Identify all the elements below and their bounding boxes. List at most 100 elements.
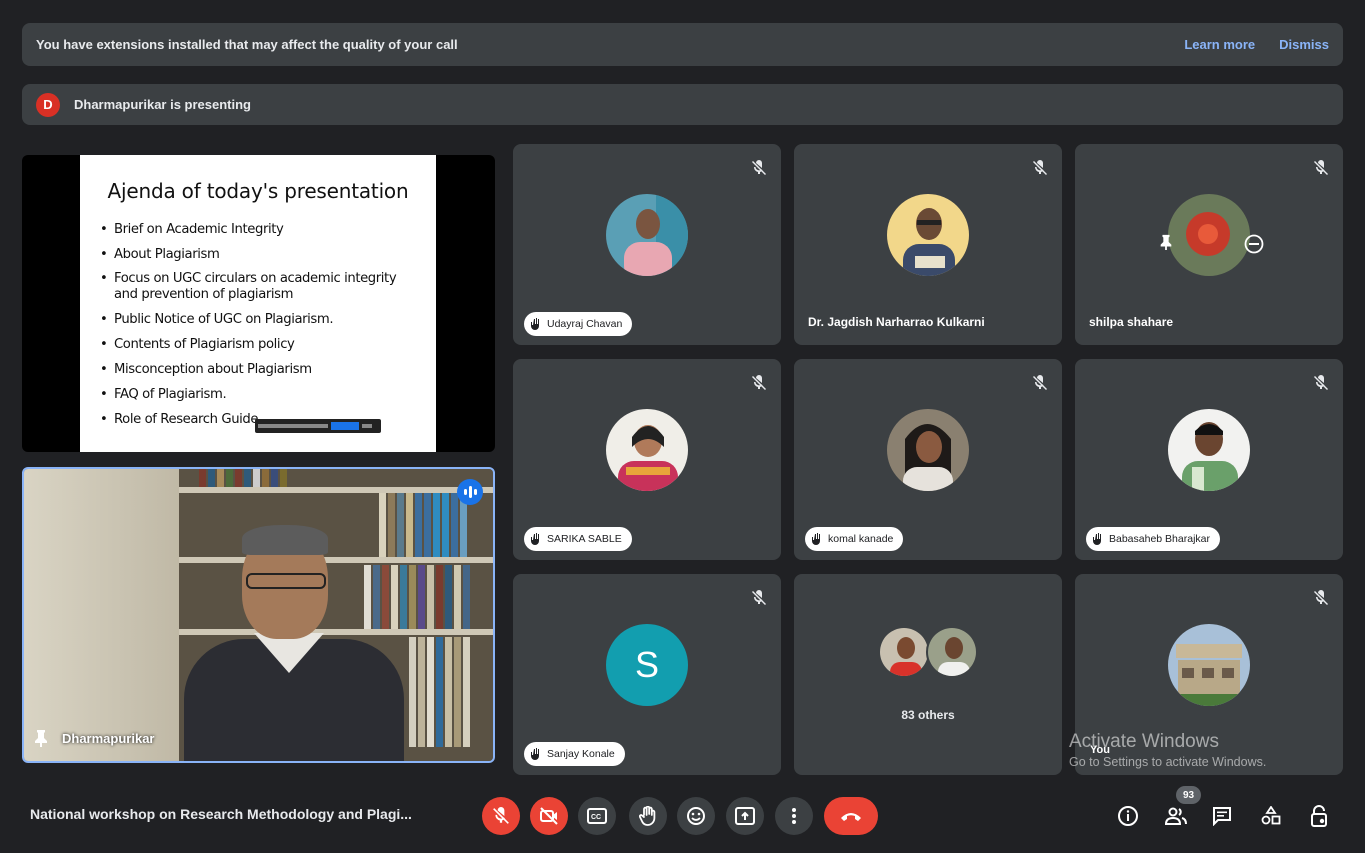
emoji-icon bbox=[687, 807, 705, 825]
slide-bullet: Contents of Plagiarism policy bbox=[100, 336, 416, 353]
svg-text:CC: CC bbox=[591, 814, 601, 821]
mic-off-icon bbox=[1033, 160, 1047, 175]
activities-icon bbox=[1261, 806, 1281, 825]
participant-avatar bbox=[887, 408, 969, 491]
host-controls-button[interactable] bbox=[1306, 803, 1332, 829]
participant-name: Sanjay Konale bbox=[547, 748, 615, 760]
participant-name-pill: SARIKA SABLE bbox=[524, 527, 632, 551]
watermark-subtitle: Go to Settings to activate Windows. bbox=[1069, 755, 1267, 769]
participant-avatar bbox=[606, 408, 688, 491]
participant-avatar bbox=[878, 626, 930, 678]
participant-name-pill: Udayraj Chavan bbox=[524, 312, 633, 336]
info-icon bbox=[1118, 806, 1138, 826]
activities-button[interactable] bbox=[1258, 803, 1284, 829]
presenting-banner: D Dharmapurikar is presenting bbox=[22, 84, 1343, 125]
background-wall bbox=[24, 469, 184, 761]
participant-tile[interactable]: shilpa shahare bbox=[1075, 144, 1343, 345]
presenting-text: Dharmapurikar is presenting bbox=[74, 97, 251, 112]
slide-title: Ajenda of today's presentation bbox=[107, 179, 409, 203]
chat-icon bbox=[1213, 807, 1231, 826]
participant-name-pill: Babasaheb Bharajkar bbox=[1086, 527, 1220, 551]
slide-bullet: Public Notice of UGC on Plagiarism. bbox=[100, 311, 416, 328]
others-count-label: 83 others bbox=[901, 708, 955, 722]
mic-off-icon bbox=[752, 375, 766, 390]
screen-share-notification-bar bbox=[255, 419, 381, 433]
participant-tile[interactable]: Udayraj Chavan bbox=[513, 144, 781, 345]
participant-count-badge: 93 bbox=[1176, 786, 1201, 804]
meeting-details-button[interactable] bbox=[1115, 803, 1141, 829]
pin-icon bbox=[35, 730, 47, 747]
people-icon bbox=[1164, 807, 1187, 825]
mic-off-icon bbox=[493, 807, 509, 824]
emoji-reaction-button[interactable] bbox=[677, 797, 715, 835]
participant-name: Udayraj Chavan bbox=[547, 318, 623, 330]
raise-hand-button[interactable] bbox=[629, 797, 667, 835]
mic-off-icon bbox=[1033, 375, 1047, 390]
mic-toggle-button[interactable] bbox=[482, 797, 520, 835]
captions-icon: CC bbox=[587, 808, 607, 824]
extensions-warning-banner: You have extensions installed that may a… bbox=[22, 23, 1343, 66]
camera-off-icon bbox=[540, 807, 558, 825]
hand-raised-icon bbox=[812, 533, 820, 545]
end-call-icon bbox=[841, 813, 861, 821]
slide-bullet: Misconception about Plagiarism bbox=[100, 361, 416, 378]
presenter-name-label: Dharmapurikar bbox=[34, 729, 154, 747]
participant-avatar bbox=[606, 193, 688, 276]
participant-avatar bbox=[1168, 193, 1250, 276]
host-controls-icon bbox=[1311, 805, 1327, 827]
participant-name-pill: komal kanade bbox=[805, 527, 904, 551]
mic-off-icon bbox=[1314, 590, 1328, 605]
hand-raised-icon bbox=[1093, 533, 1101, 545]
participant-name: shilpa shahare bbox=[1089, 315, 1174, 329]
self-name-label: You bbox=[1090, 744, 1110, 756]
participant-name: Babasaheb Bharajkar bbox=[1109, 533, 1210, 545]
meeting-title: National workshop on Research Methodolog… bbox=[30, 806, 412, 822]
present-icon bbox=[735, 807, 755, 825]
participant-avatar bbox=[1168, 408, 1250, 491]
participant-tile[interactable]: S Sanjay Konale bbox=[513, 574, 781, 775]
participant-avatar bbox=[1168, 623, 1250, 706]
more-options-button[interactable] bbox=[775, 797, 813, 835]
people-button[interactable] bbox=[1163, 803, 1189, 829]
slide-bullet: Focus on UGC circulars on academic integ… bbox=[100, 271, 416, 303]
participant-tile[interactable]: komal kanade bbox=[794, 359, 1062, 560]
others-tile[interactable]: 83 others bbox=[794, 574, 1062, 775]
chat-button[interactable] bbox=[1209, 803, 1235, 829]
meet-window: You have extensions installed that may a… bbox=[0, 0, 1365, 853]
pin-icon[interactable] bbox=[1159, 234, 1173, 250]
raise-hand-icon bbox=[639, 806, 656, 826]
slide-bullet: About Plagiarism bbox=[100, 246, 416, 263]
participant-tile[interactable]: Babasaheb Bharajkar bbox=[1075, 359, 1343, 560]
mic-off-icon bbox=[1314, 375, 1328, 390]
banner-links: Learn more Dismiss bbox=[1184, 37, 1329, 52]
participant-avatar bbox=[926, 626, 978, 678]
presenter-name: Dharmapurikar bbox=[62, 730, 155, 746]
slide-bullet: FAQ of Plagiarism. bbox=[100, 386, 416, 403]
extensions-warning-text: You have extensions installed that may a… bbox=[36, 37, 458, 52]
mic-off-icon bbox=[752, 160, 766, 175]
participant-name: komal kanade bbox=[828, 533, 894, 545]
hand-raised-icon bbox=[531, 318, 539, 330]
participant-name: SARIKA SABLE bbox=[547, 533, 622, 545]
participant-name-pill: Sanjay Konale bbox=[524, 742, 625, 766]
hand-raised-icon bbox=[531, 748, 539, 760]
participant-tile[interactable]: SARIKA SABLE bbox=[513, 359, 781, 560]
dismiss-button[interactable]: Dismiss bbox=[1279, 37, 1329, 52]
presenter-video-tile[interactable]: Dharmapurikar bbox=[22, 467, 495, 763]
speaking-indicator-icon bbox=[457, 479, 483, 505]
slide-bullet-list: Brief on Academic Integrity About Plagia… bbox=[100, 221, 416, 428]
presenter-avatar: D bbox=[36, 92, 60, 117]
presenter-figure bbox=[184, 525, 404, 761]
present-now-button[interactable] bbox=[726, 797, 764, 835]
participant-tile[interactable]: Dr. Jagdish Narharrao Kulkarni bbox=[794, 144, 1062, 345]
mic-off-icon bbox=[752, 590, 766, 605]
hand-raised-icon bbox=[531, 533, 539, 545]
camera-toggle-button[interactable] bbox=[530, 797, 568, 835]
presentation-tile[interactable]: Ajenda of today's presentation Brief on … bbox=[22, 155, 495, 452]
participant-name: Dr. Jagdish Narharrao Kulkarni bbox=[808, 315, 985, 329]
leave-call-button[interactable] bbox=[824, 797, 878, 835]
captions-button[interactable]: CC bbox=[578, 797, 616, 835]
remove-icon[interactable] bbox=[1244, 234, 1264, 254]
learn-more-link[interactable]: Learn more bbox=[1184, 37, 1255, 52]
participant-letter-avatar: S bbox=[606, 623, 688, 706]
